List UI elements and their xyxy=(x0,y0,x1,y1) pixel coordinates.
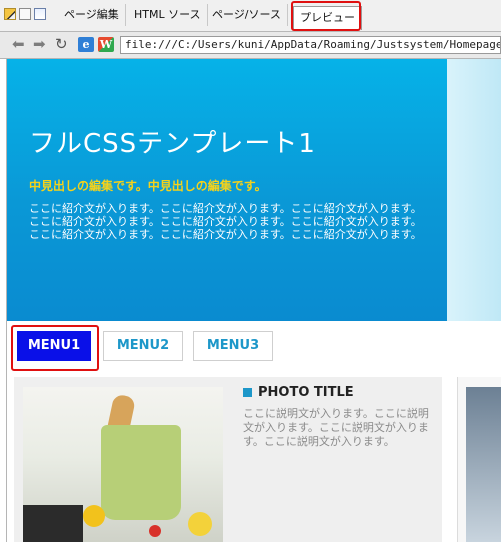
photo-card: PHOTO TITLE ここに説明文が入ります。ここに説明文が入ります。ここに説… xyxy=(14,377,442,542)
photo-title: PHOTO TITLE xyxy=(258,385,354,400)
tab-page-source[interactable]: ページ/ソース xyxy=(206,4,288,26)
intro-text: ここに紹介文が入ります。ここに紹介文が入ります。ここに紹介文が入ります。ここに紹… xyxy=(29,202,422,241)
lemon-shape xyxy=(188,512,212,536)
second-photo xyxy=(466,387,501,542)
page-icon[interactable] xyxy=(34,8,46,20)
tomato-shape xyxy=(149,525,161,537)
title-marker-icon xyxy=(243,388,252,397)
second-photo-card xyxy=(457,377,501,542)
lemon-shape xyxy=(83,505,105,527)
preview-page: フルCSSテンプレート1 中見出しの編集です。中見出しの編集です。 ここに紹介文… xyxy=(6,59,501,542)
photo-title-row: PHOTO TITLE xyxy=(243,385,354,400)
menu1-highlight xyxy=(11,325,99,371)
edit-pencil-icon[interactable] xyxy=(4,8,16,20)
tab-page-edit[interactable]: ページ編集 xyxy=(58,4,126,26)
hero-side-image xyxy=(447,59,501,321)
site-title: フルCSSテンプレート1 xyxy=(29,129,316,159)
lead-heading: 中見出しの編集です。中見出しの編集です。 xyxy=(29,179,267,193)
menu-item-2[interactable]: MENU2 xyxy=(103,331,183,361)
table-icon[interactable] xyxy=(19,8,31,20)
stove-shape xyxy=(23,505,83,542)
tab-html-source[interactable]: HTML ソース xyxy=(128,4,208,26)
forward-arrow-icon[interactable]: ➡ xyxy=(33,35,46,53)
back-arrow-icon[interactable]: ⬅ xyxy=(12,35,25,53)
photo-description: ここに説明文が入ります。ここに説明文が入ります。ここに説明文が入ります。ここに説… xyxy=(243,407,429,448)
browser-w-icon[interactable]: W xyxy=(98,37,114,52)
hero-banner: フルCSSテンプレート1 中見出しの編集です。中見出しの編集です。 ここに紹介文… xyxy=(7,59,501,321)
refresh-icon[interactable]: ↻ xyxy=(55,35,68,53)
green-bag-shape xyxy=(101,425,181,520)
preview-tab-highlight xyxy=(291,1,361,31)
tab-bar-icons xyxy=(4,8,46,20)
address-toolbar: ⬅ ➡ ↻ e W file:///C:/Users/kuni/AppData/… xyxy=(0,32,501,59)
editor-tab-bar: ページ編集 HTML ソース ページ/ソース プレビュー xyxy=(0,0,501,32)
address-input[interactable]: file:///C:/Users/kuni/AppData/Roaming/Ju… xyxy=(120,36,501,54)
ie-browser-icon[interactable]: e xyxy=(78,37,94,52)
kitchen-photo xyxy=(23,387,223,542)
menu-item-3[interactable]: MENU3 xyxy=(193,331,273,361)
